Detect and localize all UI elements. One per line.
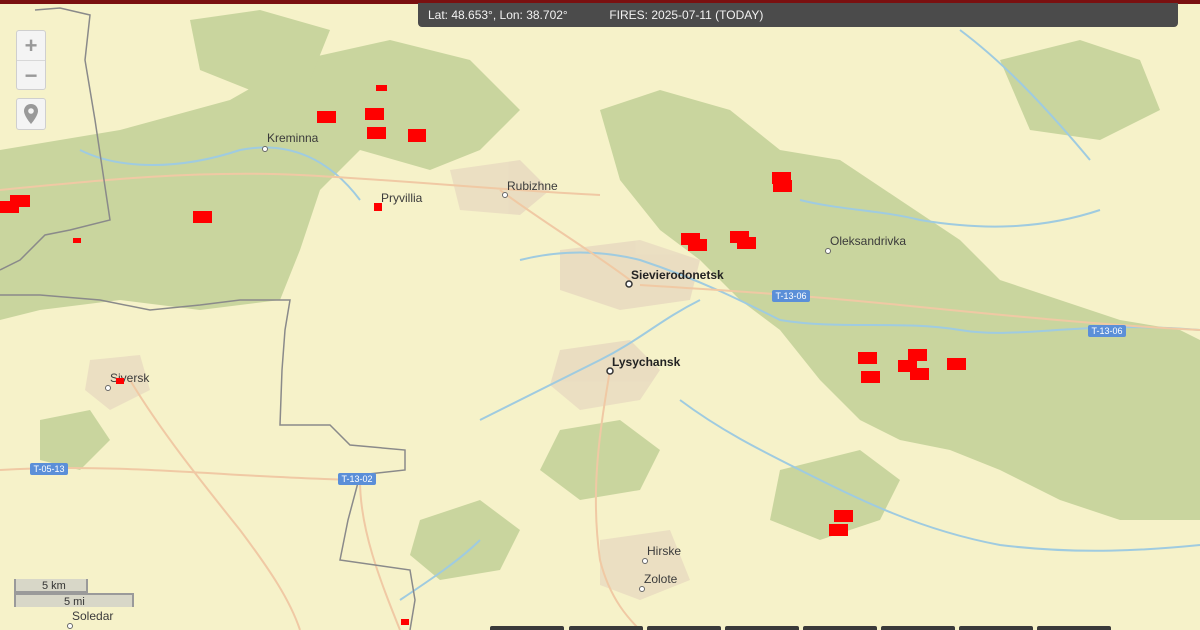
city-label: Sievierodonetsk <box>631 268 724 282</box>
road-shield-t0513: T-05-13 <box>30 463 68 475</box>
city-label: Soledar <box>72 609 113 623</box>
bottom-tab[interactable] <box>490 626 564 630</box>
bottom-tab[interactable] <box>725 626 799 630</box>
fire-marker[interactable] <box>317 111 336 123</box>
fire-marker[interactable] <box>193 211 212 223</box>
fire-marker[interactable] <box>861 371 880 383</box>
fire-marker[interactable] <box>401 619 409 625</box>
bottom-tab[interactable] <box>569 626 643 630</box>
fire-marker[interactable] <box>737 237 756 249</box>
fire-marker[interactable] <box>376 85 387 91</box>
road-shield-t1306-a: T-13-06 <box>772 290 810 302</box>
fire-marker[interactable] <box>374 203 382 211</box>
fire-marker[interactable] <box>910 368 929 380</box>
fire-marker[interactable] <box>73 238 81 243</box>
locate-button[interactable] <box>16 98 46 130</box>
city-label: Oleksandrivka <box>830 234 906 248</box>
svg-text:T-13-06: T-13-06 <box>1091 326 1122 336</box>
bottom-tab[interactable] <box>959 626 1033 630</box>
zoom-in-button[interactable]: + <box>17 31 45 60</box>
cursor-coordinates: Lat: 48.653°, Lon: 38.702° <box>428 8 568 22</box>
city-label: Lysychansk <box>612 355 681 369</box>
fire-marker[interactable] <box>947 358 966 370</box>
fire-marker[interactable] <box>688 239 707 251</box>
map-canvas[interactable]: T-13-06 T-13-06 T-05-13 T-13-02 Kreminna… <box>0 0 1200 630</box>
fire-marker[interactable] <box>0 201 19 213</box>
zoom-control: + − <box>16 30 46 90</box>
fire-marker[interactable] <box>829 524 848 536</box>
fire-marker[interactable] <box>773 180 792 192</box>
city-label: Hirske <box>647 544 681 558</box>
fire-marker[interactable] <box>367 127 386 139</box>
bottom-toolbar <box>490 626 1190 630</box>
fire-marker[interactable] <box>408 129 426 142</box>
svg-text:T-13-02: T-13-02 <box>341 474 372 484</box>
city-label: Zolote <box>644 572 678 586</box>
fires-date-label: FIRES: 2025-07-11 (TODAY) <box>609 8 764 22</box>
scale-imperial: 5 mi <box>14 593 134 608</box>
fire-marker[interactable] <box>365 108 384 120</box>
scale-metric: 5 km <box>14 579 88 593</box>
road-shield-t1306-b: T-13-06 <box>1088 325 1126 337</box>
bottom-tab[interactable] <box>803 626 877 630</box>
scale-bar: 5 km 5 mi <box>14 579 134 608</box>
city-label: Rubizhne <box>507 179 558 193</box>
svg-text:T-05-13: T-05-13 <box>33 464 64 474</box>
city-label: Kreminna <box>267 131 319 145</box>
location-pin-icon <box>24 104 38 124</box>
city-label: Pryvillia <box>381 191 423 205</box>
svg-text:T-13-06: T-13-06 <box>775 291 806 301</box>
bottom-tab[interactable] <box>647 626 721 630</box>
fire-marker[interactable] <box>858 352 877 364</box>
fire-marker[interactable] <box>834 510 853 522</box>
bottom-tab[interactable] <box>1037 626 1111 630</box>
fire-marker[interactable] <box>908 349 927 361</box>
bottom-tab[interactable] <box>881 626 955 630</box>
zoom-out-button[interactable]: − <box>17 60 45 90</box>
road-shield-t1302: T-13-02 <box>338 473 376 485</box>
fire-marker[interactable] <box>116 378 124 384</box>
status-bar: Lat: 48.653°, Lon: 38.702° FIRES: 2025-0… <box>418 3 1178 27</box>
